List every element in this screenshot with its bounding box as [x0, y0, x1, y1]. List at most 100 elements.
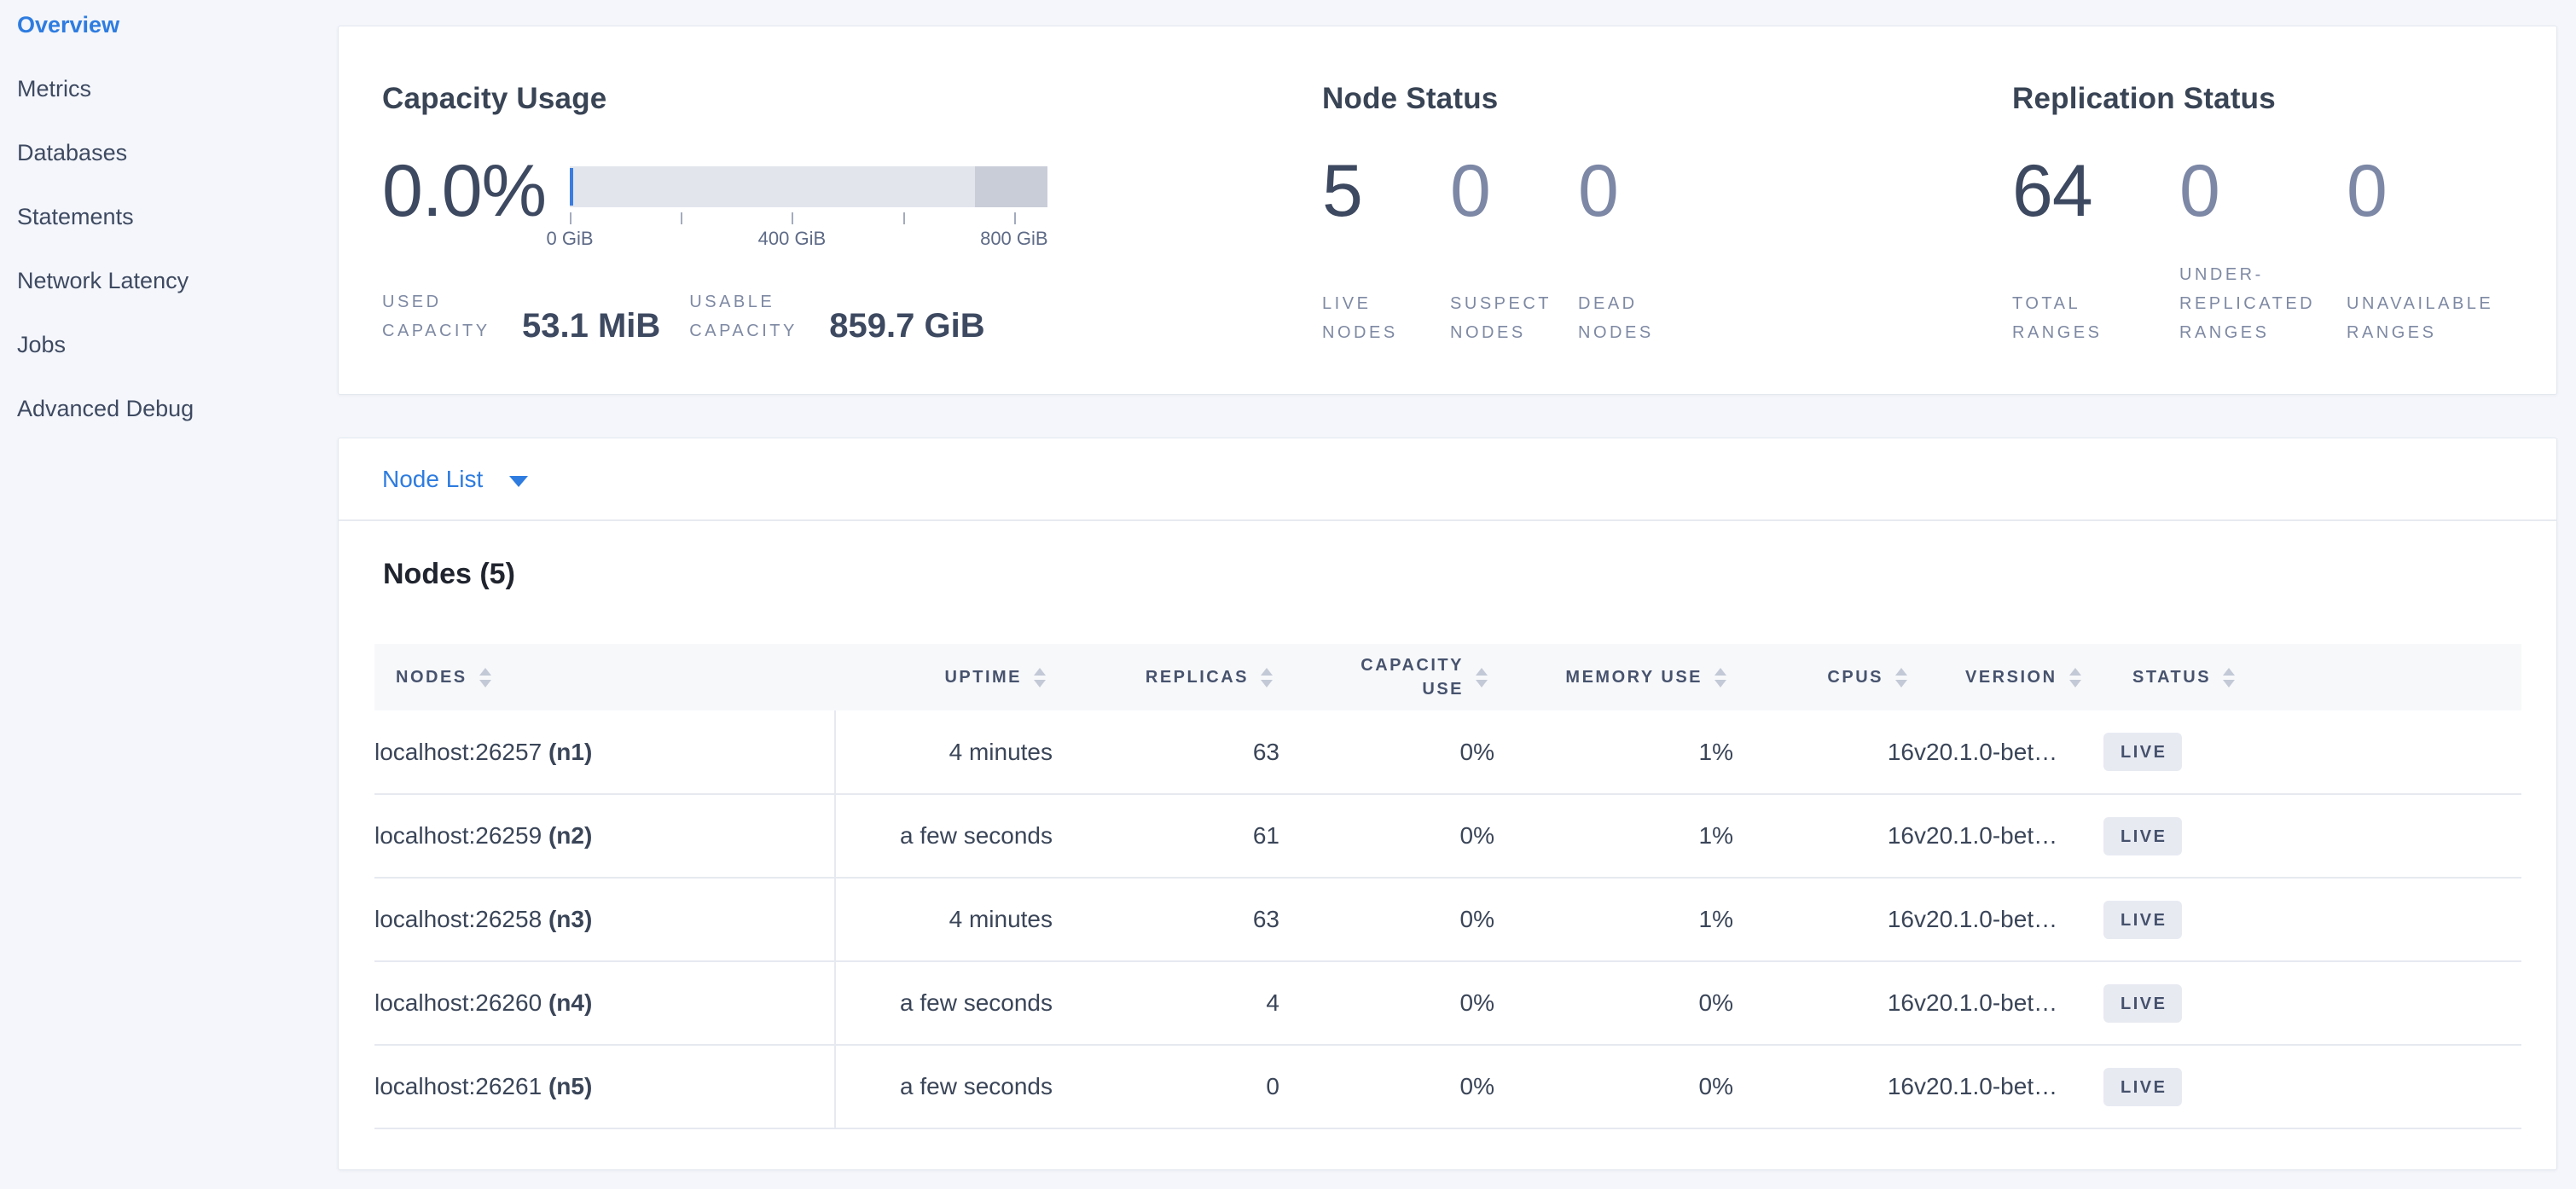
memory-use-cell: 1% [1494, 794, 1733, 878]
capacity-percent-value: 0.0% [382, 154, 546, 252]
status-badge: LIVE [2103, 1068, 2182, 1106]
status-badge: LIVE [2103, 733, 2182, 771]
node-status-title: Node Status [1322, 81, 2012, 117]
version-cell: v20.1.0-bet… [1914, 1045, 2103, 1128]
capacity-use-cell: 0% [1279, 794, 1494, 878]
sidebar-item-advanced-debug[interactable]: Advanced Debug [0, 377, 338, 441]
node-list-dropdown[interactable]: Node List [382, 466, 528, 493]
column-header-status-label: STATUS [2132, 665, 2211, 689]
column-header-uptime[interactable]: UPTIME [835, 644, 1053, 710]
sidebar-item-statements[interactable]: Statements [0, 185, 338, 249]
uptime-cell: 4 minutes [835, 710, 1053, 794]
capacity-chart-row: 0.0% 0 GiB 400 GiB 800 GiB [382, 154, 1322, 252]
node-link[interactable]: localhost:26258 (n3) [374, 878, 835, 961]
uptime-cell: a few seconds [835, 961, 1053, 1045]
column-header-memory-use[interactable]: MEMORY USE [1494, 644, 1733, 710]
cpus-cell: 16 [1733, 794, 1914, 878]
status-cell: LIVE [2103, 878, 2521, 961]
table-row: localhost:26257 (n1) 4 minutes 63 0% 1% … [374, 710, 2521, 794]
under-replicated-ranges-stat: 0 UNDER-REPLICATED RANGES [2179, 154, 2324, 347]
sidebar-item-databases[interactable]: Databases [0, 121, 338, 185]
node-list-card: Node List Nodes (5) NODES [338, 438, 2557, 1170]
column-header-version-label: VERSION [1965, 665, 2057, 689]
capacity-usage-section: Capacity Usage 0.0% 0 GiB 400 Gi [382, 81, 1322, 394]
column-header-replicas[interactable]: REPLICAS [1053, 644, 1279, 710]
axis-label-800gib: 800 GiB [980, 228, 1048, 250]
cpus-cell: 16 [1733, 1045, 1914, 1128]
column-header-cpus-label: CPUS [1827, 665, 1883, 689]
cpus-cell: 16 [1733, 710, 1914, 794]
node-link[interactable]: localhost:26261 (n5) [374, 1045, 835, 1128]
sort-icon [1034, 668, 1046, 687]
status-cell: LIVE [2103, 710, 2521, 794]
under-replicated-ranges-value: 0 [2179, 154, 2324, 228]
node-status-stats: 5 LIVE NODES 0 SUSPECT NODES 0 DEAD NODE… [1322, 154, 2012, 347]
replication-status-section: Replication Status 64 TOTAL RANGES 0 UND… [2012, 81, 2514, 394]
suspect-nodes-label: SUSPECT NODES [1450, 289, 1561, 347]
under-replicated-ranges-label: UNDER-REPLICATED RANGES [2179, 260, 2324, 347]
usable-capacity-value: 859.7 GiB [829, 309, 984, 343]
status-badge: LIVE [2103, 817, 2182, 856]
dead-nodes-label: DEAD NODES [1578, 289, 1689, 347]
node-address: localhost:26260 [374, 989, 542, 1016]
column-header-capacity-use[interactable]: CAPACITY USE [1279, 644, 1494, 710]
table-row: localhost:26259 (n2) a few seconds 61 0%… [374, 794, 2521, 878]
capacity-use-cell: 0% [1279, 1045, 1494, 1128]
sort-icon [1476, 668, 1488, 687]
suspect-nodes-stat: 0 SUSPECT NODES [1450, 154, 1561, 347]
column-header-status[interactable]: STATUS [2103, 644, 2521, 710]
total-ranges-value: 64 [2012, 154, 2157, 228]
uptime-cell: 4 minutes [835, 878, 1053, 961]
memory-use-cell: 1% [1494, 878, 1733, 961]
live-nodes-stat: 5 LIVE NODES [1322, 154, 1433, 347]
column-header-nodes[interactable]: NODES [374, 644, 835, 710]
capacity-usage-title: Capacity Usage [382, 81, 1322, 117]
cluster-summary-card: Capacity Usage 0.0% 0 GiB 400 Gi [338, 26, 2557, 395]
status-cell: LIVE [2103, 794, 2521, 878]
sort-icon [2223, 668, 2235, 687]
capacity-axis-labels: 0 GiB 400 GiB 800 GiB [570, 228, 1047, 252]
usable-capacity-stat: USABLE CAPACITY 859.7 GiB [689, 287, 984, 345]
column-header-version[interactable]: VERSION [1914, 644, 2103, 710]
uptime-cell: a few seconds [835, 794, 1053, 878]
memory-use-cell: 0% [1494, 961, 1733, 1045]
dead-nodes-stat: 0 DEAD NODES [1578, 154, 1689, 347]
status-cell: LIVE [2103, 961, 2521, 1045]
table-row: localhost:26258 (n3) 4 minutes 63 0% 1% … [374, 878, 2521, 961]
unavailable-ranges-stat: 0 UNAVAILABLE RANGES [2347, 154, 2492, 347]
axis-label-0gib: 0 GiB [547, 228, 594, 250]
version-cell: v20.1.0-bet… [1914, 878, 2103, 961]
version-cell: v20.1.0-bet… [1914, 710, 2103, 794]
node-link[interactable]: localhost:26257 (n1) [374, 710, 835, 794]
status-cell: LIVE [2103, 1045, 2521, 1128]
unavailable-ranges-value: 0 [2347, 154, 2492, 228]
uptime-cell: a few seconds [835, 1045, 1053, 1128]
column-header-cpus[interactable]: CPUS [1733, 644, 1914, 710]
cpus-cell: 16 [1733, 961, 1914, 1045]
capacity-axis-ticks [570, 212, 1047, 226]
usable-capacity-label: USABLE CAPACITY [689, 287, 809, 345]
nodes-table: NODES UPTIME REPLICAS CAPACITY USE [374, 644, 2521, 1129]
cluster-overview-page: Overview Metrics Databases Statements Ne… [0, 0, 2576, 1189]
replication-stats: 64 TOTAL RANGES 0 UNDER-REPLICATED RANGE… [2012, 154, 2514, 347]
sidebar-nav-list: Overview Metrics Databases Statements Ne… [0, 0, 338, 441]
main-content: Capacity Usage 0.0% 0 GiB 400 Gi [338, 26, 2557, 1170]
sidebar-item-metrics[interactable]: Metrics [0, 57, 338, 121]
node-link[interactable]: localhost:26260 (n4) [374, 961, 835, 1045]
sidebar-item-network-latency[interactable]: Network Latency [0, 249, 338, 313]
node-id: (n3) [548, 906, 592, 932]
capacity-bar-used-indicator [570, 168, 573, 206]
capacity-bar-reserved-segment [975, 166, 1047, 207]
node-address: localhost:26261 [374, 1073, 542, 1099]
node-link[interactable]: localhost:26259 (n2) [374, 794, 835, 878]
used-capacity-stat: USED CAPACITY 53.1 MiB [382, 287, 660, 345]
memory-use-cell: 0% [1494, 1045, 1733, 1128]
nodes-table-section: Nodes (5) NODES UPTIME [339, 557, 2556, 1129]
column-header-nodes-label: NODES [396, 665, 467, 689]
replicas-cell: 4 [1053, 961, 1279, 1045]
sidebar-item-jobs[interactable]: Jobs [0, 313, 338, 377]
sort-icon [2069, 668, 2081, 687]
sidebar-item-overview[interactable]: Overview [0, 0, 338, 57]
nodes-count-heading: Nodes (5) [383, 557, 2521, 591]
status-badge: LIVE [2103, 984, 2182, 1023]
